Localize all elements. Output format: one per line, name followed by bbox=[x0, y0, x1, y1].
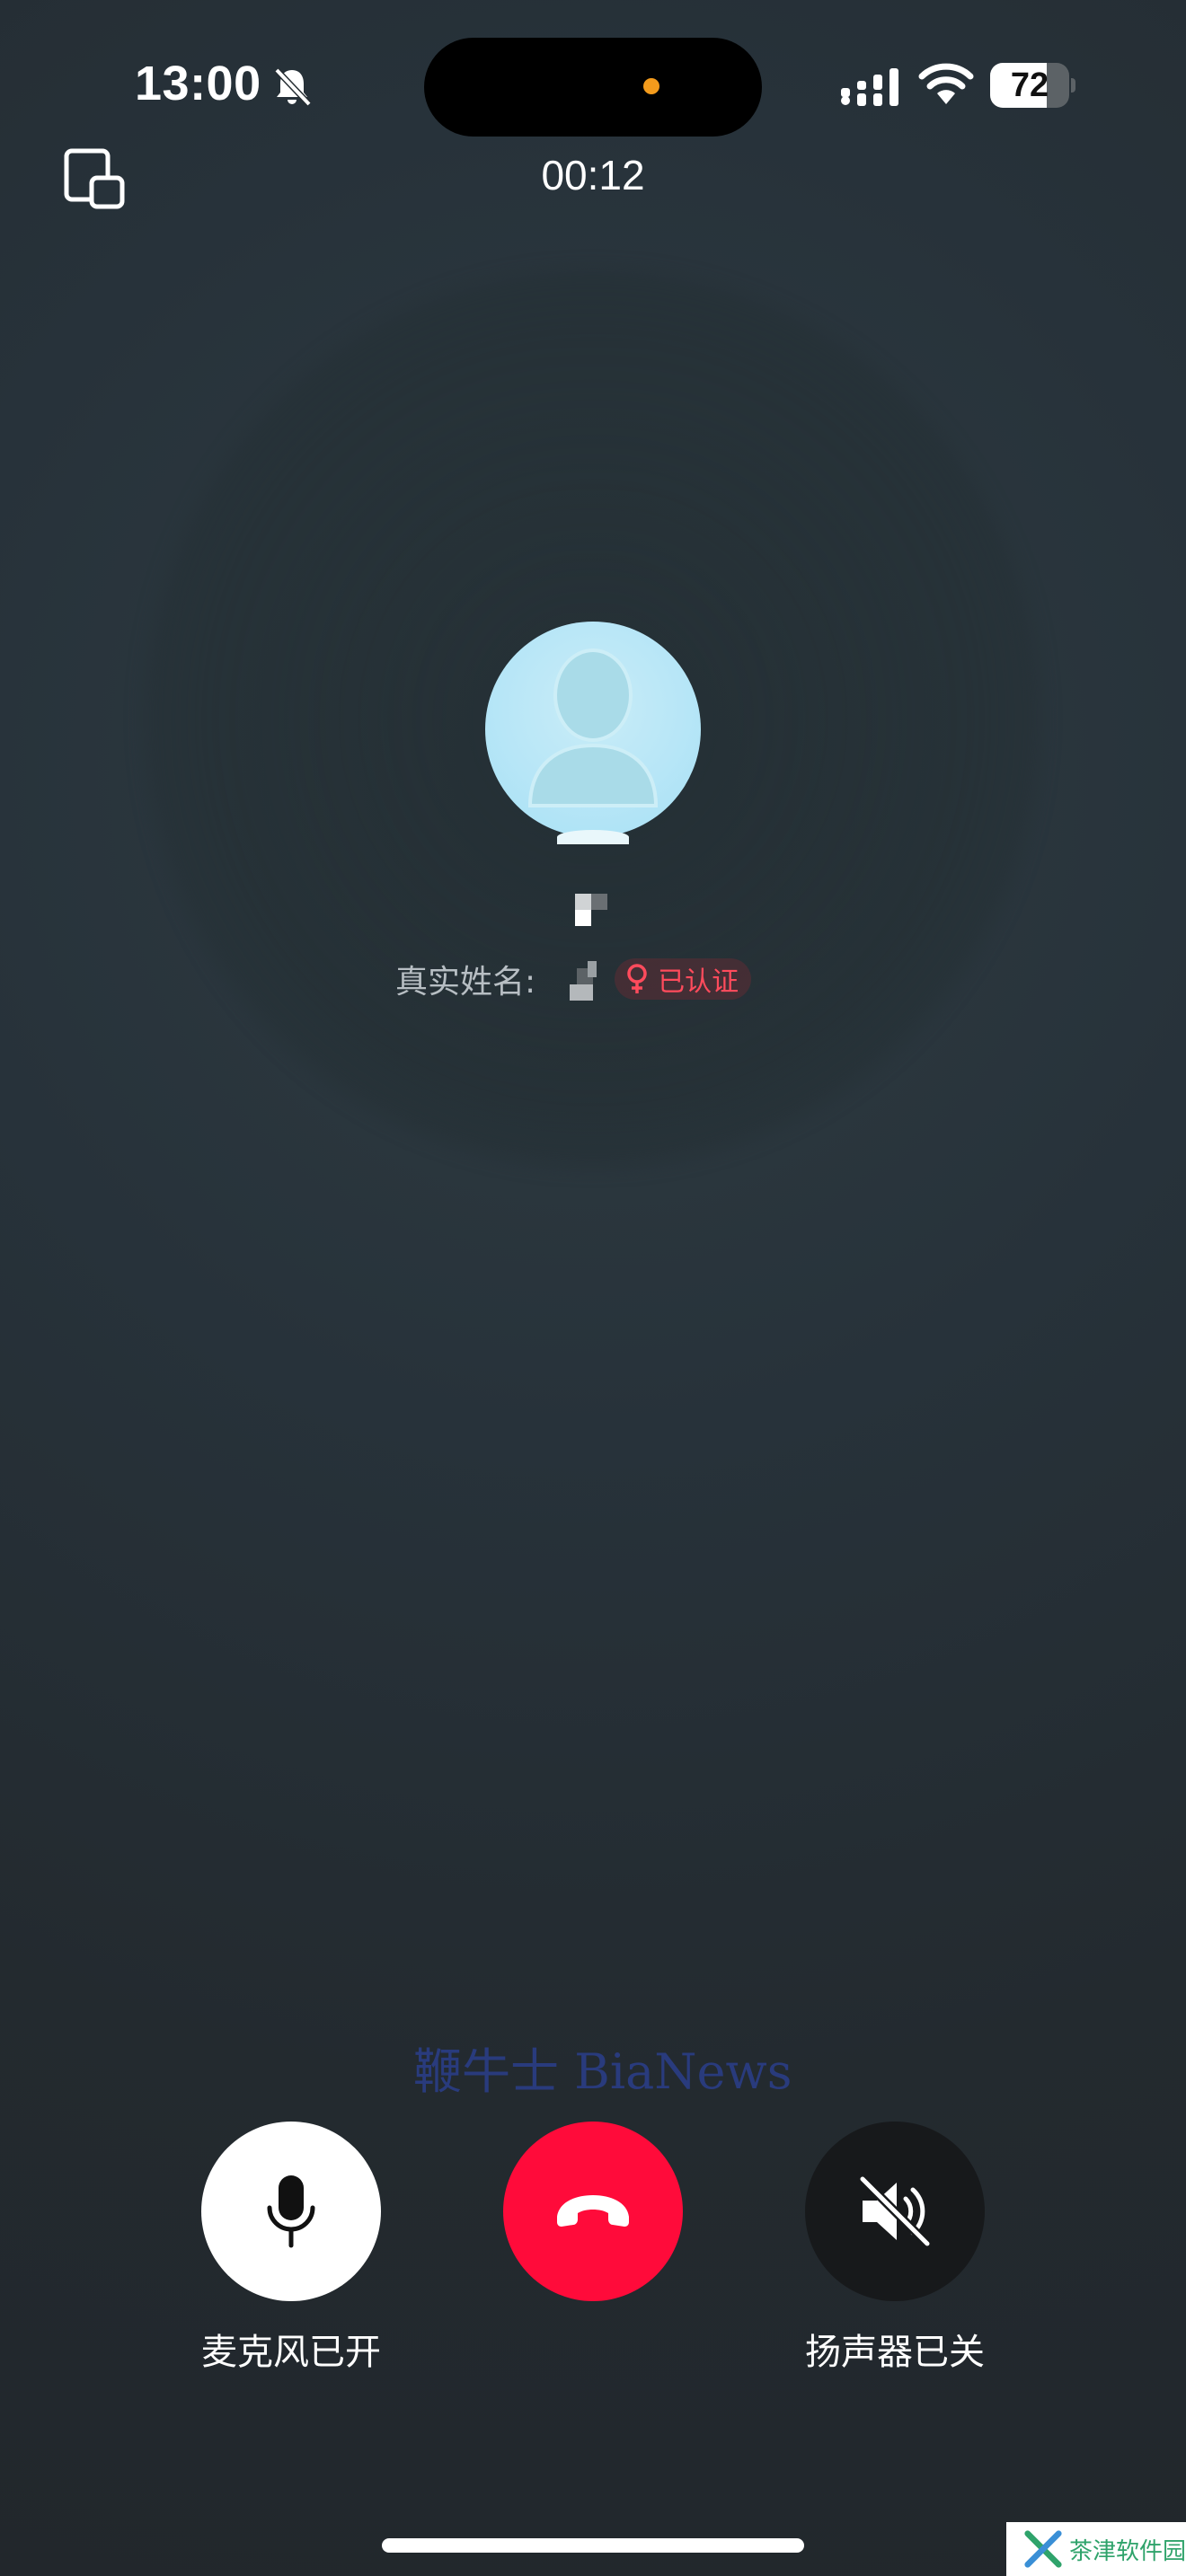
site-logo-text: 茶津软件园 bbox=[1068, 2537, 1186, 2565]
microphone-label: 麦克风已开 bbox=[201, 2332, 381, 2373]
real-name-label: 真实姓名: bbox=[395, 964, 536, 1001]
watermark: 鞭牛士 BiaNews bbox=[413, 2043, 792, 2100]
pixel-block bbox=[575, 894, 591, 910]
speaker-muted-icon bbox=[859, 2175, 931, 2247]
bell-off-icon bbox=[274, 67, 312, 107]
pixel-block bbox=[588, 961, 597, 977]
real-name-redacted bbox=[550, 954, 606, 1004]
status-time: 13:00 bbox=[135, 57, 261, 110]
caller-avatar bbox=[485, 622, 701, 837]
microphone-button[interactable] bbox=[201, 2122, 381, 2301]
dynamic-island bbox=[424, 38, 762, 137]
minimize-to-float-window-button[interactable] bbox=[63, 146, 128, 210]
speaker-label: 扬声器已关 bbox=[805, 2332, 985, 2373]
hang-up-icon bbox=[557, 2195, 629, 2227]
site-logo-watermark: 茶津软件园 bbox=[1006, 2522, 1186, 2576]
battery-icon: 72 bbox=[990, 63, 1075, 108]
verified-badge: 已认证 bbox=[615, 958, 752, 1000]
home-indicator[interactable] bbox=[382, 2538, 804, 2553]
site-logo-icon bbox=[1024, 2530, 1062, 2568]
female-icon bbox=[627, 964, 647, 993]
verified-label: 已认证 bbox=[658, 966, 739, 998]
real-name-row: 真实姓名: 已认证 bbox=[395, 954, 752, 1004]
battery-body: 72 bbox=[990, 63, 1069, 108]
call-timer: 00:12 bbox=[541, 152, 645, 198]
pixel-block bbox=[570, 984, 594, 1001]
battery-tip bbox=[1071, 78, 1075, 93]
default-person-icon bbox=[527, 648, 659, 807]
status-bar: 13:00 72 bbox=[0, 0, 1186, 171]
privacy-indicator-dot bbox=[643, 78, 659, 94]
pixel-block bbox=[575, 910, 591, 926]
microphone-icon bbox=[267, 2175, 315, 2248]
speaker-button[interactable] bbox=[805, 2122, 985, 2301]
cellular-signal-icon bbox=[841, 68, 898, 106]
wifi-icon bbox=[918, 63, 974, 104]
hang-up-button[interactable] bbox=[503, 2122, 683, 2301]
pixel-block bbox=[591, 894, 607, 910]
caller-name-redacted bbox=[557, 894, 629, 935]
avatar-pointer bbox=[557, 830, 629, 844]
battery-percent: 72 bbox=[1010, 66, 1049, 104]
